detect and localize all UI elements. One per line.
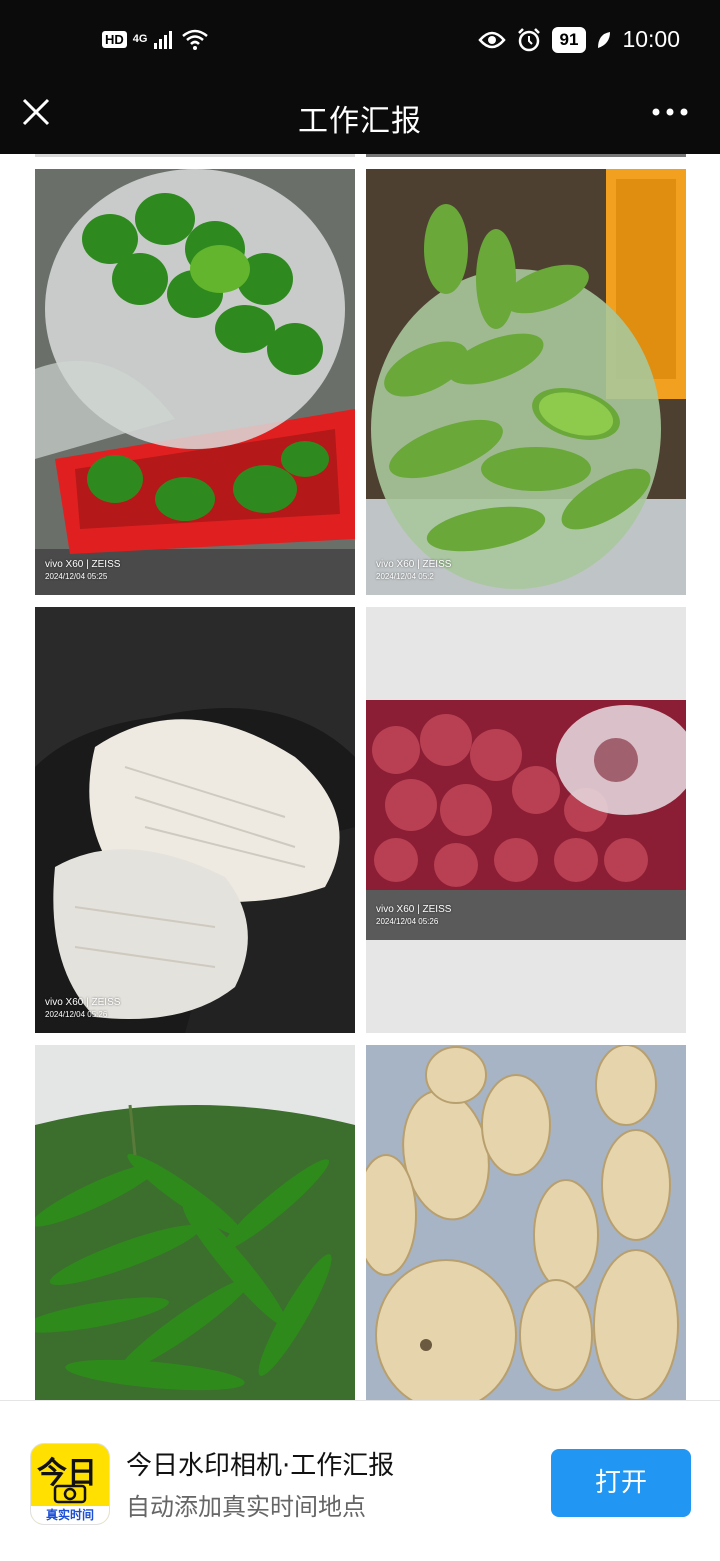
photo-lotus-root[interactable] [366, 1045, 686, 1400]
more-options-icon[interactable] [650, 102, 690, 122]
watermark-date: 2024/12/04 05:2 [376, 572, 434, 581]
watermark-date: 2024/12/04 05:26 [376, 917, 439, 926]
photo-green-chilies[interactable]: vivo X60 | ZEISS 2024/12/04 05:2 [366, 169, 686, 595]
enoki-image [35, 607, 355, 1033]
prev-photo-edge [35, 154, 355, 157]
watermark-date: 2024/12/04 05:25 [45, 572, 108, 581]
hd-icon: HD [102, 30, 127, 48]
photo-green-peppers[interactable]: vivo X60 | ZEISS 2024/12/04 05:25 [35, 169, 355, 595]
camera-icon [53, 1484, 87, 1504]
network-label: 4G [132, 33, 148, 45]
watermark-camera: vivo X60 | ZEISS [45, 559, 121, 570]
long-green-peppers-image [35, 1045, 355, 1400]
app-icon[interactable]: 今日 真实时间 [30, 1443, 110, 1525]
app-subtitle: 自动添加真实时间地点 [126, 1493, 366, 1521]
lotus-root-image [366, 1045, 686, 1400]
photo-watermark: vivo X60 | ZEISS 2024/12/04 05:26 [45, 997, 120, 1021]
status-left: HD 4G [102, 28, 209, 50]
photo-red-onions[interactable]: vivo X60 | ZEISS 2024/12/04 05:26 [366, 607, 686, 1033]
signal-icon [154, 31, 173, 49]
battery-level: 91 [551, 26, 587, 53]
watermark-camera: vivo X60 | ZEISS [45, 997, 121, 1008]
status-right: 91 10:00 [477, 26, 680, 53]
green-chilies-image [366, 169, 686, 595]
page-title: 工作汇报 [298, 104, 422, 139]
alarm-icon [517, 27, 540, 51]
open-app-button[interactable]: 打开 [551, 1449, 691, 1517]
app-banner: 今日 真实时间 今日水印相机·工作汇报 自动添加真实时间地点 打开 [0, 1400, 720, 1561]
photo-long-green-peppers[interactable] [35, 1045, 355, 1400]
clock: 10:00 [622, 26, 680, 52]
photo-watermark: vivo X60 | ZEISS 2024/12/04 05:26 [376, 904, 451, 928]
photo-enoki[interactable]: vivo X60 | ZEISS 2024/12/04 05:26 [35, 607, 355, 1033]
title-bar: 工作汇报 [0, 82, 720, 154]
watermark-camera: vivo X60 | ZEISS [376, 904, 452, 915]
leaf-icon [598, 31, 611, 48]
photo-grid: vivo X60 | ZEISS 2024/12/04 05:25 vivo X… [0, 154, 720, 1400]
app-icon-caption: 真实时间 [31, 1506, 109, 1524]
eye-icon [477, 31, 506, 48]
wifi-icon [182, 29, 209, 50]
app-title: 今日水印相机·工作汇报 [126, 1451, 395, 1481]
watermark-camera: vivo X60 | ZEISS [376, 559, 452, 570]
photo-watermark: vivo X60 | ZEISS 2024/12/04 05:25 [45, 559, 120, 583]
watermark-date: 2024/12/04 05:26 [45, 1010, 108, 1019]
green-peppers-image [35, 169, 355, 595]
prev-photo-edge [366, 154, 686, 157]
status-bar: HD 4G 91 10:00 [0, 0, 720, 82]
photo-watermark: vivo X60 | ZEISS 2024/12/04 05:2 [376, 559, 451, 583]
red-onions-image [366, 607, 686, 1033]
